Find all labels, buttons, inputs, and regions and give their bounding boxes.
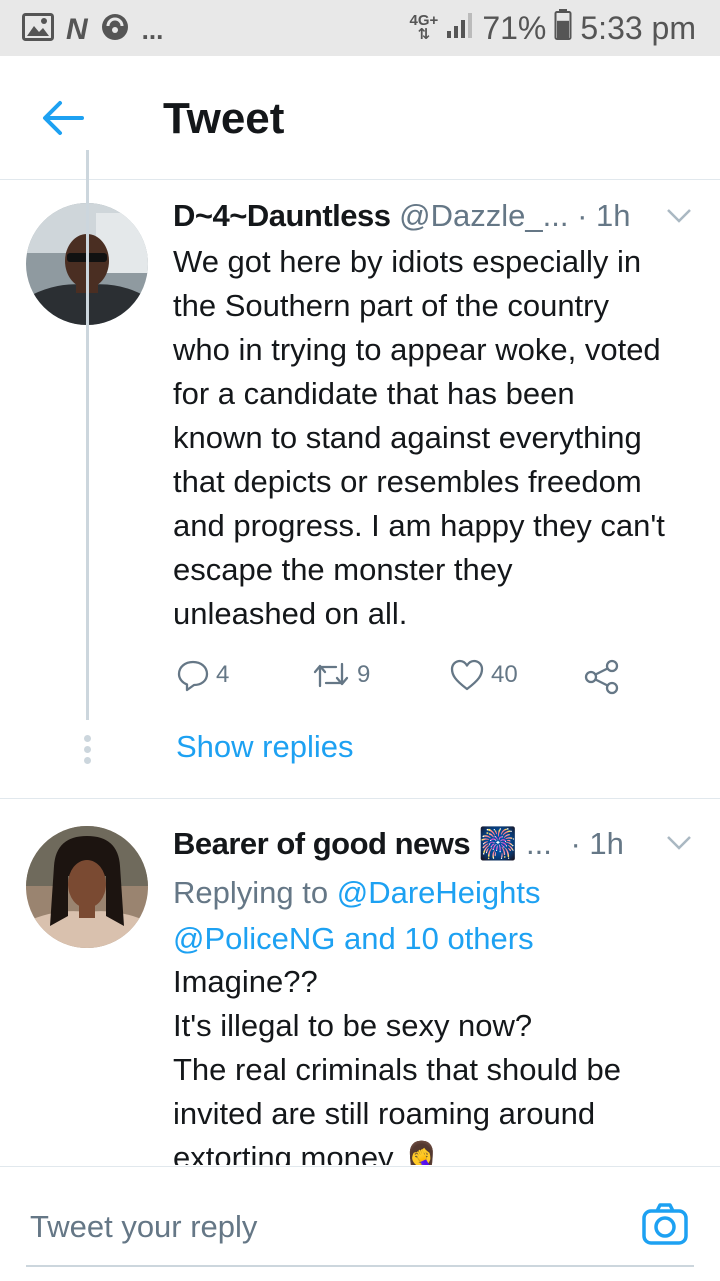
chevron-down-icon[interactable] [666,208,692,224]
camera-icon [642,1203,688,1245]
like-count: 40 [491,661,518,688]
replying-to-label: Replying to [173,875,329,910]
tweet[interactable]: Bearer of good news 🎆 ... · 1h Replying … [0,800,720,1165]
status-bar: N ... 4G+ ⇅ 71% 5:33 pm [0,0,720,56]
tweet-text: We got here by idiots especially in the … [173,240,703,636]
more-notifications-indicator: ... [141,14,164,45]
reply-count: 4 [216,661,230,688]
tweet-text-line: escape the monster they [173,552,513,587]
tweet-text-line: It's illegal to be sexy now? [173,1008,533,1043]
tweet-text-line: unleashed on all. [173,596,408,631]
retweet-button[interactable]: 9 [311,658,370,692]
thread-dot [84,746,91,753]
fireworks-emoji: 🎆 [478,826,518,861]
share-icon [584,659,619,695]
thread-dot [84,735,91,742]
n-logo-icon: N [66,12,88,46]
separator-dot: · [577,198,588,233]
heart-icon [450,659,484,691]
thread-line [86,150,89,720]
battery-icon [554,8,572,48]
clock: 5:33 pm [580,9,696,46]
share-button[interactable] [583,658,621,696]
timestamp: 1h [589,826,624,861]
thread-dots [84,735,92,768]
status-bar-notifications: N ... [22,12,163,47]
signal-icon [446,10,474,47]
app-header: Tweet [0,56,720,180]
user-handle[interactable]: @Dazzle_... [399,198,568,233]
reply-icon [177,660,209,692]
reply-button[interactable]: 4 [176,658,229,692]
tweet[interactable]: D~4~Dauntless @Dazzle_... · 1h We got he… [0,180,720,799]
replying-to-line: Replying to @DareHeights [173,870,541,916]
display-name[interactable]: D~4~Dauntless [173,198,391,233]
tweet-text-line: that depicts or resembles freedom [173,464,642,499]
thread-dot [84,757,91,764]
retweet-count: 9 [357,661,371,688]
reply-input[interactable] [28,1204,612,1250]
replying-to: Replying to @DareHeights @PoliceNG and 1… [173,870,541,962]
back-button[interactable] [40,98,86,138]
tweet-text: Imagine?? It's illegal to be sexy now? T… [173,960,703,1165]
back-arrow-icon [43,101,84,135]
image-icon [22,12,54,47]
show-replies-link[interactable]: Show replies [176,729,353,765]
battery-percent: 71% [482,9,547,46]
timestamp: 1h [596,198,631,233]
page-title: Tweet [163,94,285,143]
status-bar-system: 4G+ ⇅ 71% 5:33 pm [410,8,696,48]
tweet-header: Bearer of good news 🎆 ... · 1h [173,825,700,865]
tweet-text-line: known to stand against everything [173,420,642,455]
tweet-text-line: the Southern part of the country [173,288,609,323]
tweet-text-line: We got here by idiots especially in [173,244,642,279]
tweet-text-line: and progress. I am happy they can't [173,508,665,543]
separator-dot: · [570,826,581,861]
tweet-text-line: extorting money 🤦‍♀️ [173,1140,441,1165]
reply-composer [0,1166,720,1281]
like-button[interactable]: 40 [449,658,518,692]
tweet-actions: 4 9 40 [173,658,643,698]
reply-input-underline [26,1265,694,1267]
tweet-text-line: who in trying to appear woke, voted [173,332,661,367]
camera-button[interactable] [640,1199,690,1249]
network-activity-arrows: ⇅ [417,26,431,43]
display-name[interactable]: Bearer of good news [173,826,471,861]
avatar[interactable] [26,826,148,948]
tweet-text-line: The real criminals that should be [173,1052,622,1087]
mention-link[interactable]: @DareHeights [337,875,541,910]
replying-to-others-link[interactable]: @PoliceNG and 10 others [173,916,541,962]
tweet-header: D~4~Dauntless @Dazzle_... · 1h [173,198,700,238]
network-type-icon: 4G+ ⇅ [410,13,439,43]
retweet-icon [313,662,349,688]
tweet-text-line: for a candidate that has been [173,376,575,411]
tweet-text-line: Imagine?? [173,964,318,999]
chevron-down-icon[interactable] [666,835,692,851]
circle-app-icon [100,12,130,47]
name-truncation: ... [525,826,552,861]
tweet-text-line: invited are still roaming around [173,1096,596,1131]
